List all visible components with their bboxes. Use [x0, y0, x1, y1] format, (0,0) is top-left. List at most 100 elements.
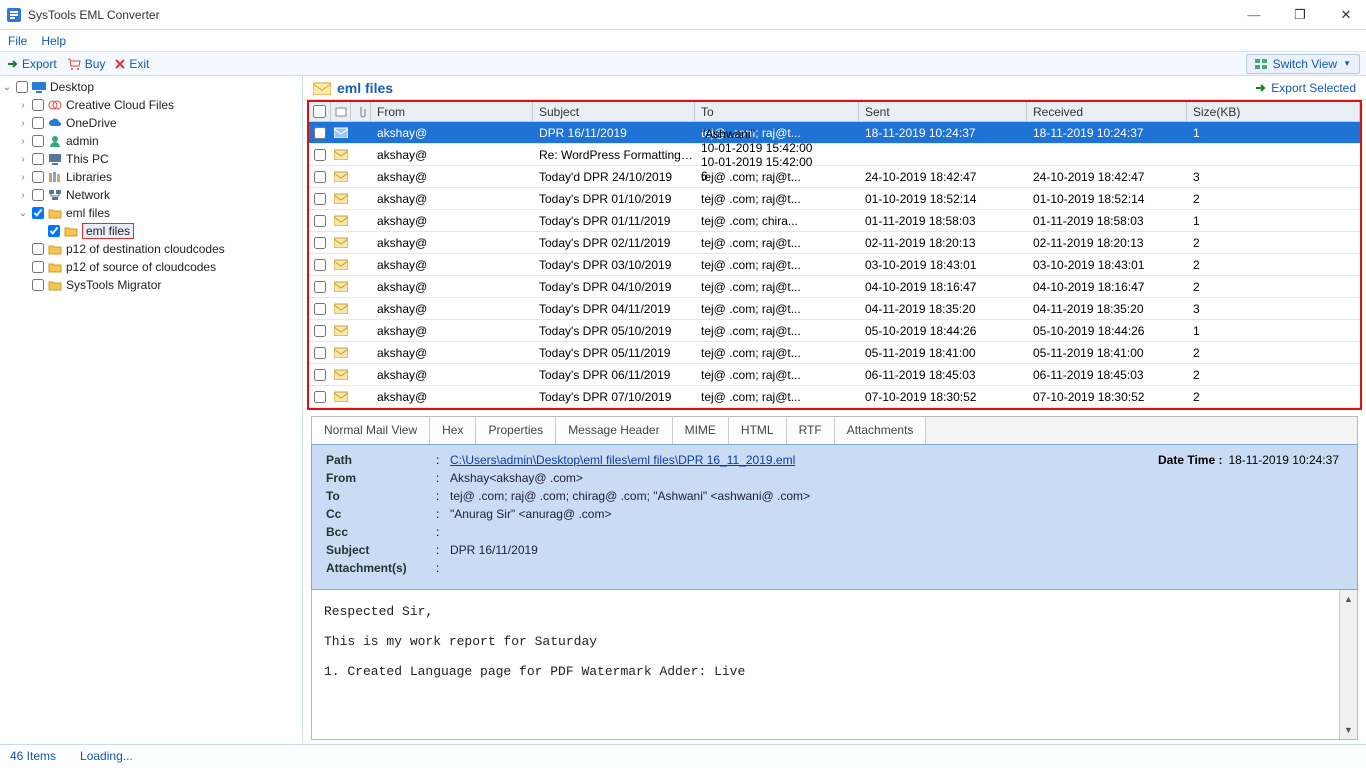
table-row[interactable]: akshay@Today's DPR 01/11/2019tej@ .com; …: [309, 210, 1360, 232]
mail-icon: [331, 325, 351, 336]
tree-item[interactable]: p12 of destination cloudcodes: [0, 240, 302, 258]
expand-icon[interactable]: ›: [16, 100, 30, 111]
row-checkbox[interactable]: [314, 281, 326, 293]
row-checkbox[interactable]: [314, 171, 326, 183]
export-selected-button[interactable]: Export Selected: [1254, 81, 1356, 95]
tree-checkbox[interactable]: [32, 279, 44, 291]
row-checkbox[interactable]: [314, 347, 326, 359]
preview-tab[interactable]: Properties: [476, 417, 556, 444]
header-subject[interactable]: Subject: [533, 102, 695, 121]
preview-body: Respected Sir, This is my work report fo…: [312, 590, 1339, 739]
cell-from: akshay@: [371, 390, 533, 404]
table-row[interactable]: akshay@Today's DPR 06/11/2019tej@ .com; …: [309, 364, 1360, 386]
table-row[interactable]: akshay@Today's DPR 04/10/2019tej@ .com; …: [309, 276, 1360, 298]
tree-checkbox[interactable]: [32, 117, 44, 129]
expand-icon[interactable]: ›: [16, 172, 30, 183]
collapse-icon[interactable]: ⌄: [16, 208, 30, 219]
preview-tab[interactable]: Message Header: [556, 417, 672, 444]
table-row[interactable]: akshay@Re: WordPress Formatting Is..."As…: [309, 144, 1360, 166]
scroll-down-icon[interactable]: ▼: [1340, 721, 1357, 739]
tree-checkbox[interactable]: [32, 171, 44, 183]
tree-item[interactable]: ›Libraries: [0, 168, 302, 186]
header-attachment-icon[interactable]: [351, 102, 371, 121]
tree-checkbox[interactable]: [32, 135, 44, 147]
cell-to: tej@ .com; raj@t...: [695, 192, 859, 206]
folder-name: eml files: [337, 80, 393, 96]
header-checkbox[interactable]: [309, 102, 331, 121]
header-sent[interactable]: Sent: [859, 102, 1027, 121]
row-checkbox[interactable]: [314, 193, 326, 205]
tree-item[interactable]: ⌄eml files: [0, 204, 302, 222]
tree-item[interactable]: ›Creative Cloud Files: [0, 96, 302, 114]
expand-icon[interactable]: ›: [16, 118, 30, 129]
preview-tab[interactable]: MIME: [673, 417, 729, 444]
expand-icon[interactable]: ›: [16, 136, 30, 147]
scroll-up-icon[interactable]: ▲: [1340, 590, 1357, 608]
row-checkbox[interactable]: [314, 369, 326, 381]
folder-tree[interactable]: ⌄Desktop›Creative Cloud Files›OneDrive›a…: [0, 76, 303, 744]
tree-checkbox[interactable]: [16, 81, 28, 93]
header-mail-icon[interactable]: [331, 102, 351, 121]
row-checkbox[interactable]: [314, 215, 326, 227]
minimize-button[interactable]: —: [1240, 7, 1268, 23]
exit-button[interactable]: Exit: [115, 57, 149, 71]
table-row[interactable]: akshay@Today's DPR 07/10/2019tej@ .com; …: [309, 386, 1360, 408]
tree-checkbox[interactable]: [32, 99, 44, 111]
header-received[interactable]: Received: [1027, 102, 1187, 121]
row-checkbox[interactable]: [314, 259, 326, 271]
maximize-button[interactable]: ❐: [1286, 7, 1314, 23]
table-row[interactable]: akshay@Today's DPR 04/11/2019tej@ .com; …: [309, 298, 1360, 320]
tree-item[interactable]: ⌄Desktop: [0, 78, 302, 96]
tree-item[interactable]: ›admin: [0, 132, 302, 150]
table-row[interactable]: akshay@Today's DPR 03/10/2019tej@ .com; …: [309, 254, 1360, 276]
header-size[interactable]: Size(KB): [1187, 102, 1360, 121]
menu-help[interactable]: Help: [41, 34, 66, 48]
tree-item[interactable]: SysTools Migrator: [0, 276, 302, 294]
row-checkbox[interactable]: [314, 237, 326, 249]
preview-tab[interactable]: RTF: [787, 417, 835, 444]
switch-view-button[interactable]: Switch View ▼: [1246, 54, 1360, 74]
expand-icon[interactable]: ›: [16, 154, 30, 165]
tree-item[interactable]: eml files: [0, 222, 302, 240]
buy-button[interactable]: Buy: [67, 57, 106, 71]
preview-path[interactable]: C:\Users\admin\Desktop\eml files\eml fil…: [450, 453, 795, 467]
table-row[interactable]: akshay@Today's DPR 05/11/2019tej@ .com; …: [309, 342, 1360, 364]
cell-sent: 04-10-2019 18:16:47: [859, 280, 1027, 294]
tree-checkbox[interactable]: [32, 261, 44, 273]
tree-checkbox[interactable]: [48, 225, 60, 237]
table-row[interactable]: akshay@Today's DPR 02/11/2019tej@ .com; …: [309, 232, 1360, 254]
row-checkbox[interactable]: [314, 303, 326, 315]
label-attachments: Attachment(s): [326, 561, 436, 575]
tree-item[interactable]: ›OneDrive: [0, 114, 302, 132]
header-from[interactable]: From: [371, 102, 533, 121]
row-checkbox[interactable]: [314, 127, 326, 139]
expand-icon[interactable]: ›: [16, 190, 30, 201]
tree-item[interactable]: ›This PC: [0, 150, 302, 168]
toolbar: Export Buy Exit Switch View ▼: [0, 52, 1366, 76]
preview-tab[interactable]: Hex: [430, 417, 476, 444]
cell-to: tej@ .com; raj@t...: [695, 324, 859, 338]
preview-tab[interactable]: Attachments: [835, 417, 927, 444]
pc-icon: [47, 152, 63, 166]
table-row[interactable]: akshay@Today's DPR 05/10/2019tej@ .com; …: [309, 320, 1360, 342]
tree-item[interactable]: p12 of source of cloudcodes: [0, 258, 302, 276]
preview-scrollbar[interactable]: ▲ ▼: [1339, 590, 1357, 739]
preview-tab[interactable]: Normal Mail View: [312, 417, 430, 445]
cell-received: 01-10-2019 18:52:14: [1027, 192, 1187, 206]
tree-item[interactable]: ›Network: [0, 186, 302, 204]
preview-tab[interactable]: HTML: [729, 417, 787, 444]
row-checkbox[interactable]: [314, 391, 326, 403]
table-row[interactable]: akshay@Today's DPR 01/10/2019tej@ .com; …: [309, 188, 1360, 210]
collapse-icon[interactable]: ⌄: [0, 82, 14, 93]
tree-checkbox[interactable]: [32, 189, 44, 201]
header-to[interactable]: To: [695, 102, 859, 121]
tree-checkbox[interactable]: [32, 153, 44, 165]
tree-checkbox[interactable]: [32, 243, 44, 255]
table-row[interactable]: akshay@Today'd DPR 24/10/2019tej@ .com; …: [309, 166, 1360, 188]
export-button[interactable]: Export: [6, 57, 57, 71]
tree-checkbox[interactable]: [32, 207, 44, 219]
row-checkbox[interactable]: [314, 325, 326, 337]
close-button[interactable]: ✕: [1332, 7, 1360, 23]
menu-file[interactable]: File: [8, 34, 27, 48]
row-checkbox[interactable]: [314, 149, 326, 161]
